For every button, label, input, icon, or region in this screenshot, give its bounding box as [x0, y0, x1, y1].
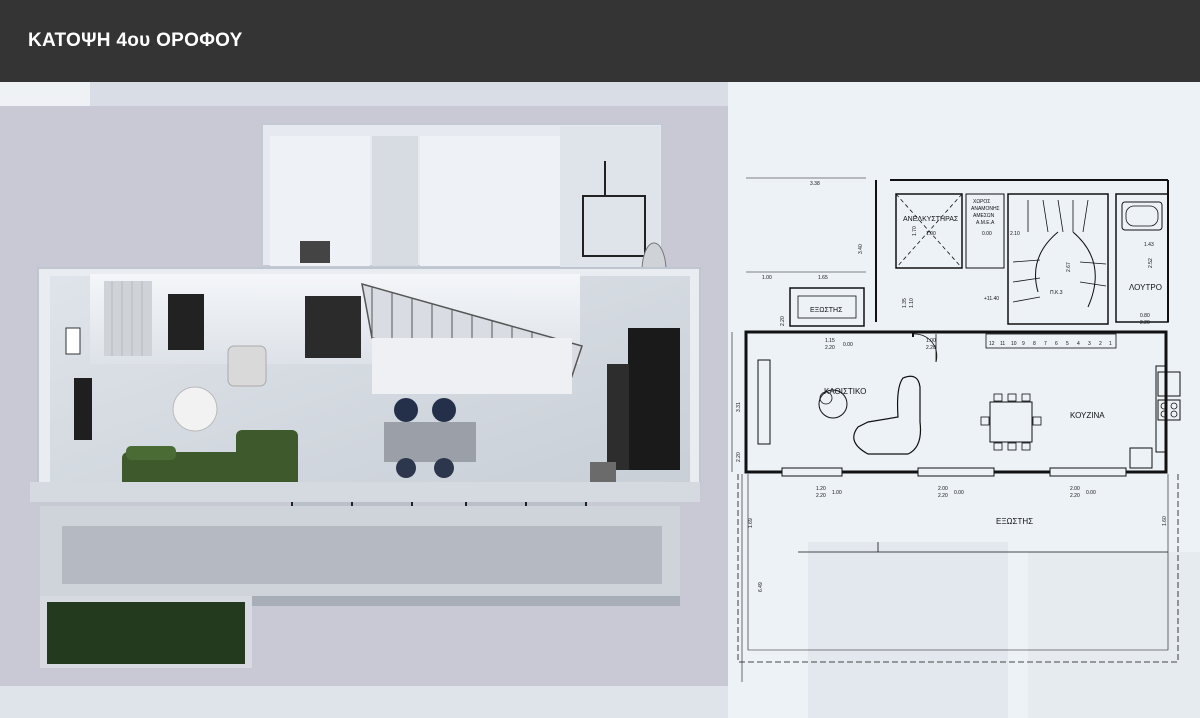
dim-balcony-depth-right: 1.60 [1162, 516, 1168, 526]
dim-win1-b: 2.20 [816, 493, 826, 499]
dim-bath-width: 1.43 [1144, 242, 1154, 248]
dim-win1-a: 1.20 [816, 486, 826, 492]
room-label-living: ΚΑΘΙΣΤΙΚΟ [824, 387, 866, 396]
stair-step-7: 7 [1044, 341, 1047, 347]
stair-step-12: 12 [989, 341, 995, 347]
title-bar: ΚΑΤΟΨΗ 4ου ΟΡΟΦΟΥ [0, 0, 1200, 82]
dim-lift-small2: 1.00 [926, 231, 936, 237]
render-3d-floor-plan [0, 106, 728, 686]
stair-step-2: 2 [1099, 341, 1102, 347]
dim-door-e: 0.00 [843, 342, 853, 348]
dim-level: +11.40 [984, 296, 999, 302]
dim-balcony-depth: 1.69 [748, 518, 754, 528]
dim-elevator-height: 3.40 [858, 244, 864, 254]
dim-win1-c: 1.00 [832, 490, 842, 496]
room-label-bathroom: ΛΟΥΤΡΟ [1129, 283, 1162, 292]
stair-step-9: 9 [1022, 341, 1025, 347]
room-label-waiting-3: ΑΜΕΣΩΝ [973, 213, 995, 219]
stair-step-5: 5 [1066, 341, 1069, 347]
dim-small-door-a: 0.80 [1140, 313, 1150, 319]
stair-step-3: 3 [1088, 341, 1091, 347]
stair-step-6: 6 [1055, 341, 1058, 347]
dim-win2-a: 2.00 [938, 486, 948, 492]
stair-step-4: 4 [1077, 341, 1080, 347]
architectural-floor-plan: 12 11 10 9 8 7 6 5 4 3 2 1 ΑΝΕΛΚΥΣΤΗΡΑΣ … [728, 82, 1200, 718]
dim-stair-small: 2.10 [1010, 231, 1020, 237]
dim-door-b: 2.20 [926, 345, 936, 351]
dim-door-c: 1.15 [825, 338, 835, 344]
room-label-elevator: ΑΝΕΛΚΥΣΤΗΡΑΣ [903, 216, 959, 223]
dim-win2-b: 2.20 [938, 493, 948, 499]
dim-left-small: 2.20 [780, 316, 786, 326]
dim-lower-left: 2.20 [736, 452, 742, 462]
stair-step-11: 11 [1000, 341, 1005, 347]
plan-drawing: 12 11 10 9 8 7 6 5 4 3 2 1 ΑΝΕΛΚΥΣΤΗΡΑΣ … [728, 82, 1200, 718]
dim-left-offset: 1.00 [762, 275, 772, 281]
stair-step-1: 1 [1109, 341, 1112, 347]
dim-top-width: 3.38 [810, 181, 820, 187]
dim-left-win-w: 1.35 [902, 298, 908, 308]
dim-door-a: 1.00 [926, 338, 936, 344]
dim-stair-note: Π.Κ.3 [1050, 290, 1063, 296]
dim-waiting-small: 0.00 [982, 231, 992, 237]
dim-living-height: 3.31 [736, 402, 742, 412]
dim-door-d: 2.20 [825, 345, 835, 351]
stair-step-10: 10 [1011, 341, 1017, 347]
dim-total-lower: 6.49 [758, 582, 764, 592]
render-illustration [0, 106, 728, 686]
dim-win3-b: 2.20 [1070, 493, 1080, 499]
dim-left-win-h: 1.10 [909, 298, 915, 308]
dim-win2-c: 0.00 [954, 490, 964, 496]
dim-stair-height: 2.67 [1066, 262, 1072, 272]
room-label-balcony-main: ΕΞΩΣΤΗΣ [996, 517, 1033, 526]
dim-bath-height: 2.52 [1148, 258, 1154, 268]
dim-lift-small: 1.70 [912, 226, 918, 236]
room-label-waiting-4: Α.Μ.Ε.Α [976, 220, 995, 226]
stair-step-8: 8 [1033, 341, 1036, 347]
room-label-balcony-small: ΕΞΩΣΤΗΣ [810, 307, 843, 314]
dim-balcony-width: 1.65 [818, 275, 828, 281]
dim-win3-a: 2.00 [1070, 486, 1080, 492]
room-label-waiting-2: ΑΝΑΜΟΝΗΣ [971, 206, 1000, 212]
page-title: ΚΑΤΟΨΗ 4ου ΟΡΟΦΟΥ [28, 30, 243, 51]
room-label-waiting-1: ΧΩΡΟΣ [973, 199, 990, 205]
room-label-kitchen: ΚΟΥΖΙΝΑ [1070, 411, 1105, 420]
dim-small-door-b: 2.20 [1140, 320, 1150, 326]
dim-win3-c: 0.00 [1086, 490, 1096, 496]
